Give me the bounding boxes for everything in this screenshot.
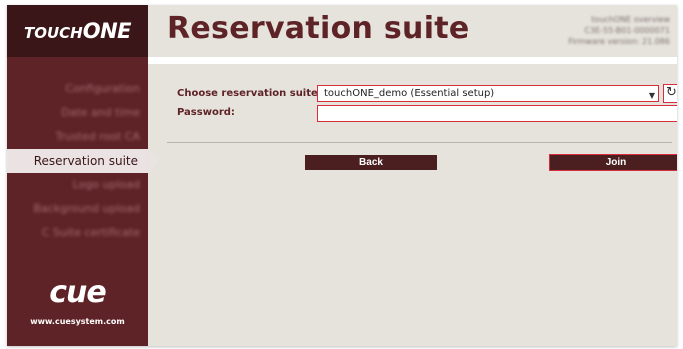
header-rule	[148, 57, 677, 64]
app-frame: TOUCHONE Configuration Date and time Tru…	[7, 5, 677, 346]
chevron-down-icon: ▼	[648, 91, 655, 100]
sidebar-item-date-time[interactable]: Date and time	[7, 101, 148, 125]
refresh-icon: ↻	[666, 85, 677, 100]
cue-url[interactable]: www.cuesystem.com	[7, 317, 148, 326]
sidebar-item-configuration[interactable]: Configuration	[7, 77, 148, 101]
sidebar-item-trusted-root-ca[interactable]: Trusted root CA	[7, 125, 148, 149]
join-button[interactable]: Join	[549, 154, 677, 171]
device-info: touchONE overview C3E-55-B01-0000071 Fir…	[568, 14, 670, 47]
device-info-line: Firmware version: 21.086	[568, 37, 670, 46]
suite-label: Choose reservation suite:	[177, 88, 322, 99]
sidebar-item-reservation-suite[interactable]: Reservation suite	[7, 149, 158, 173]
sidebar: TOUCHONE Configuration Date and time Tru…	[7, 5, 158, 346]
page-title: Reservation suite	[167, 11, 470, 46]
suite-select-value: touchONE_demo (Essential setup)	[324, 88, 495, 99]
device-info-line: touchONE overview	[591, 15, 670, 24]
password-field[interactable]	[317, 105, 677, 122]
sidebar-item-logo-upload[interactable]: Logo upload	[7, 173, 148, 197]
sidebar-menu: Configuration Date and time Trusted root…	[7, 77, 158, 245]
brand-suffix: ONE	[82, 19, 132, 43]
suite-select[interactable]: touchONE_demo (Essential setup) ▼	[317, 85, 659, 102]
sidebar-item-label: Reservation suite	[33, 154, 138, 168]
sidebar-item-background-upload[interactable]: Background upload	[7, 197, 148, 221]
device-info-line: C3E-55-B01-0000071	[584, 26, 670, 35]
refresh-button[interactable]: ↻	[663, 84, 677, 103]
active-arrow-icon	[149, 149, 158, 173]
brand-prefix: TOUCH	[23, 24, 83, 42]
sidebar-item-c-suite-certificate[interactable]: C Suite certificate	[7, 221, 148, 245]
brand-separator	[7, 57, 148, 67]
password-label: Password:	[177, 107, 235, 118]
cue-logo: cue	[49, 275, 107, 310]
back-button[interactable]: Back	[305, 155, 437, 170]
brand-logo: TOUCHONE	[7, 5, 148, 57]
form-divider	[167, 142, 672, 143]
